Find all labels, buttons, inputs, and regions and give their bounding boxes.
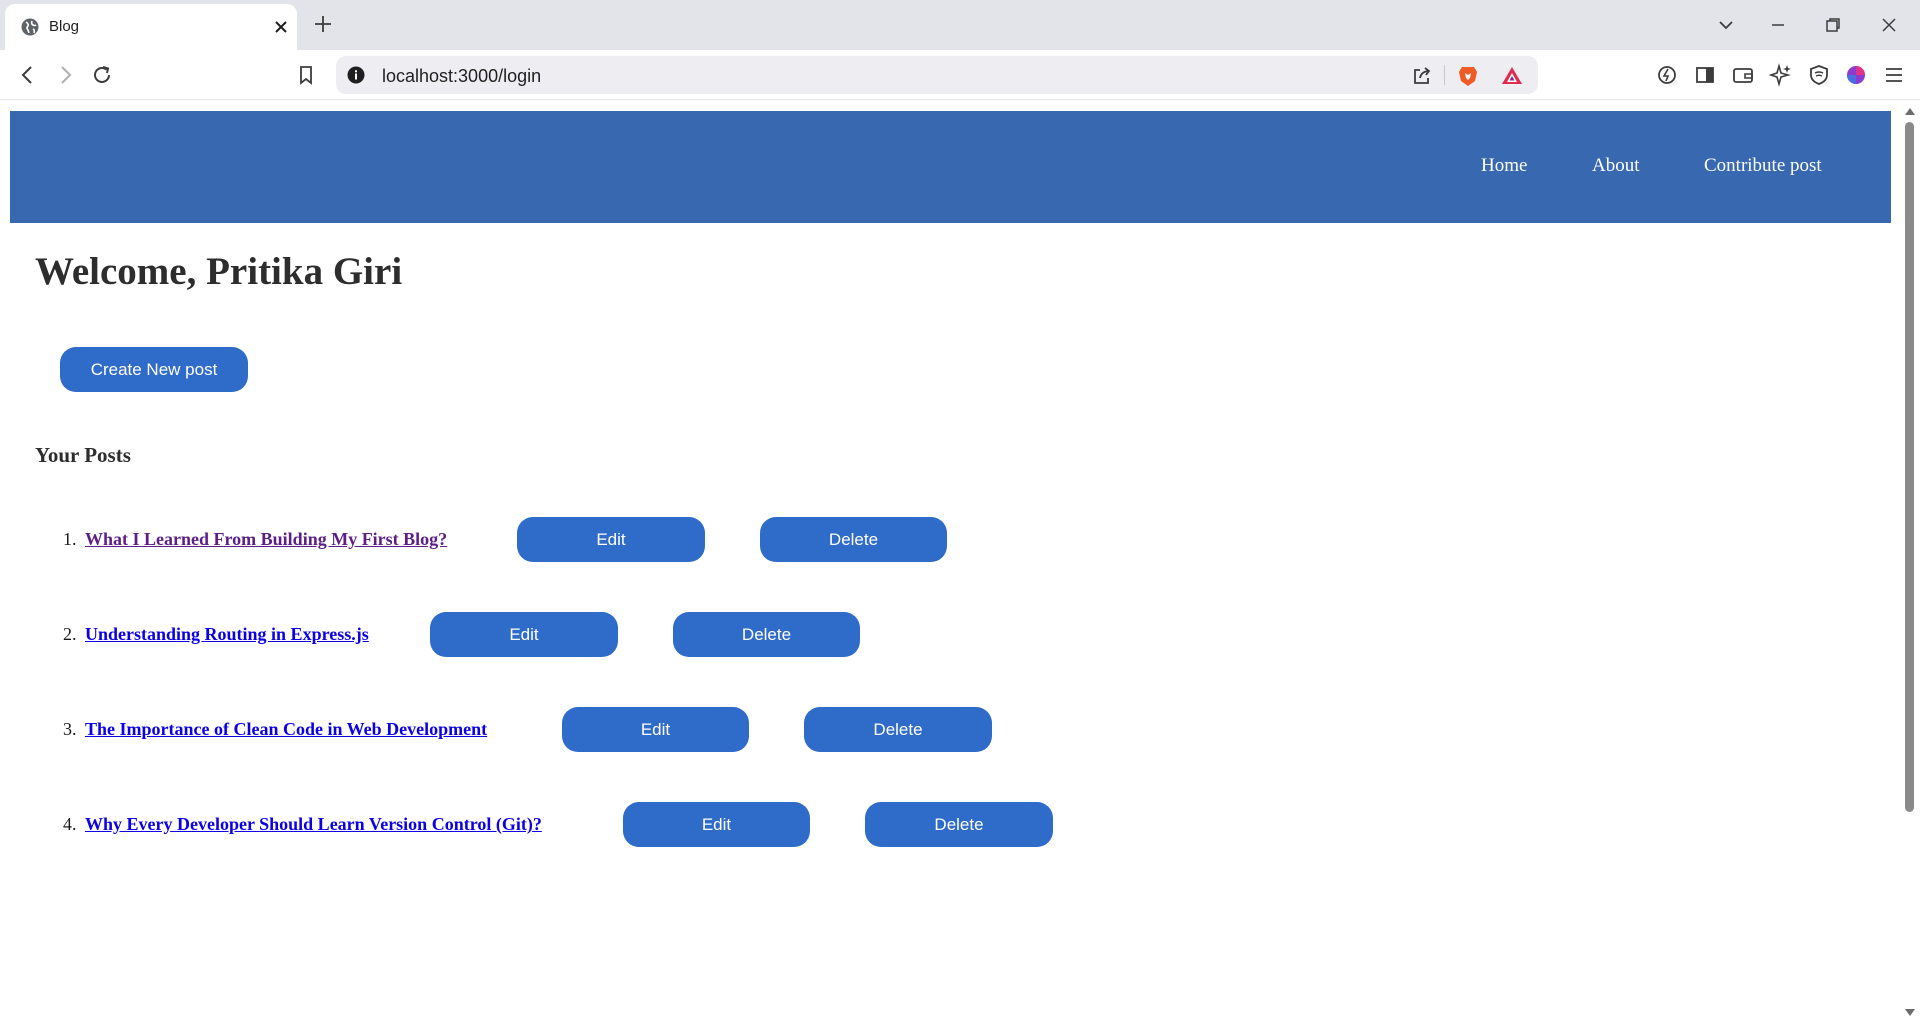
forward-icon[interactable] (52, 62, 78, 88)
tab-strip: Blog (0, 0, 1920, 50)
reload-icon[interactable] (89, 62, 115, 88)
url-text[interactable]: localhost:3000/login (382, 66, 541, 87)
share-icon[interactable] (1410, 64, 1434, 88)
post-list-item: 1. What I Learned From Building My First… (0, 517, 1200, 562)
leo-ai-icon[interactable] (1654, 62, 1680, 88)
nav-home-link[interactable]: Home (1481, 155, 1527, 177)
close-tab-icon[interactable] (272, 18, 290, 36)
menu-icon[interactable] (1881, 62, 1907, 88)
post-number: 2. (63, 624, 77, 644)
nav-contribute-link[interactable]: Contribute post (1704, 155, 1822, 177)
welcome-heading: Welcome, Pritika Giri (35, 250, 403, 293)
edit-post-button[interactable]: Edit (562, 707, 749, 752)
delete-post-button[interactable]: Delete (673, 612, 860, 657)
vpn-shield-icon[interactable] (1806, 62, 1832, 88)
delete-post-button[interactable]: Delete (865, 802, 1053, 847)
site-header: Home About Contribute post (10, 111, 1891, 223)
ai-sparkle-icon[interactable] (1768, 62, 1794, 88)
brave-rewards-icon[interactable] (1500, 64, 1524, 88)
post-list-item: 2. Understanding Routing in Express.js E… (0, 612, 1200, 657)
page-viewport: Home About Contribute post Welcome, Prit… (0, 101, 1920, 1020)
edit-post-button[interactable]: Edit (623, 802, 810, 847)
post-number: 3. (63, 719, 77, 739)
tab-search-icon[interactable] (1713, 12, 1739, 38)
back-icon[interactable] (15, 62, 41, 88)
post-title-link[interactable]: The Importance of Clean Code in Web Deve… (85, 719, 487, 740)
site-info-icon[interactable] (346, 65, 366, 85)
sidebar-icon[interactable] (1692, 62, 1718, 88)
post-list-item: 3. The Importance of Clean Code in Web D… (0, 707, 1200, 752)
new-tab-icon[interactable] (312, 13, 334, 35)
delete-post-button[interactable]: Delete (760, 517, 947, 562)
edit-post-button[interactable]: Edit (430, 612, 618, 657)
browser-toolbar: localhost:3000/login (0, 50, 1920, 100)
omnibox-divider (1444, 65, 1445, 85)
your-posts-heading: Your Posts (35, 443, 131, 467)
scroll-up-arrow-icon[interactable] (1904, 106, 1916, 116)
delete-post-button[interactable]: Delete (804, 707, 992, 752)
globe-icon (21, 18, 39, 36)
vertical-scrollbar[interactable] (1900, 101, 1920, 1020)
nav-about-link[interactable]: About (1592, 155, 1640, 177)
create-new-post-button[interactable]: Create New post (60, 347, 248, 392)
scroll-down-arrow-icon[interactable] (1904, 1008, 1916, 1018)
post-title-link[interactable]: Understanding Routing in Express.js (85, 624, 369, 645)
post-number: 1. (63, 529, 77, 549)
profile-avatar-icon[interactable] (1843, 62, 1869, 88)
post-title-link[interactable]: Why Every Developer Should Learn Version… (85, 814, 542, 835)
tab-title: Blog (49, 18, 80, 35)
post-list-item: 4. Why Every Developer Should Learn Vers… (0, 802, 1200, 847)
address-bar[interactable]: localhost:3000/login (336, 56, 1538, 94)
brave-shields-icon[interactable] (1456, 64, 1480, 88)
post-title-link[interactable]: What I Learned From Building My First Bl… (85, 529, 447, 550)
scrollbar-thumb[interactable] (1905, 122, 1914, 812)
edit-post-button[interactable]: Edit (517, 517, 705, 562)
tab-blog[interactable]: Blog (5, 4, 297, 50)
post-number: 4. (63, 814, 77, 834)
close-window-icon[interactable] (1876, 12, 1902, 38)
wallet-icon[interactable] (1730, 62, 1756, 88)
restore-icon[interactable] (1820, 12, 1846, 38)
bookmark-icon[interactable] (293, 62, 319, 88)
minimize-icon[interactable] (1765, 12, 1791, 38)
